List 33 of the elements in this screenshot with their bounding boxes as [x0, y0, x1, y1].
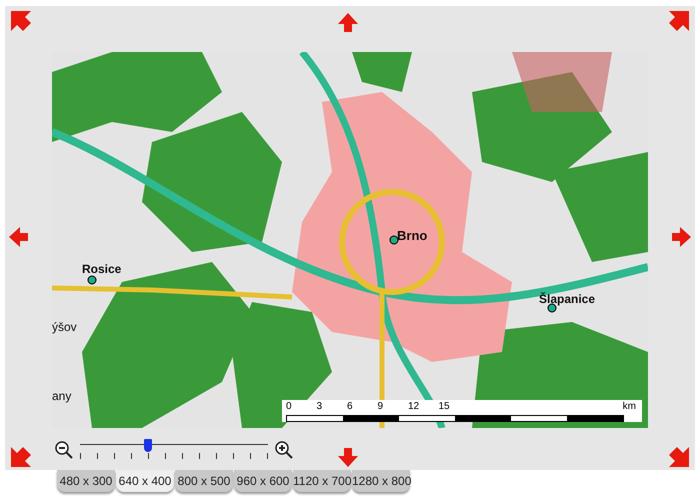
scale-label: 12: [408, 401, 420, 412]
scale-label: 0: [286, 401, 292, 412]
place-label: Brno: [397, 228, 428, 243]
pan-arrow-icon[interactable]: [670, 226, 692, 248]
city-marker-icon: [548, 304, 556, 312]
place-label: any: [52, 389, 72, 403]
city-marker-icon: [88, 276, 96, 284]
pan-arrow-icon[interactable]: [10, 446, 32, 468]
pan-arrow-icon[interactable]: [337, 12, 359, 34]
pan-arrow-icon[interactable]: [10, 10, 32, 32]
scale-label: 9: [378, 401, 384, 412]
pan-arrow-icon[interactable]: [337, 446, 359, 468]
size-tab[interactable]: 800 x 500: [175, 470, 233, 492]
scale-label: 15: [438, 401, 450, 412]
place-label: Šlapanice: [539, 292, 596, 306]
zoom-out-icon[interactable]: [54, 440, 74, 460]
zoom-slider[interactable]: [80, 440, 268, 460]
size-tab[interactable]: 960 x 600: [234, 470, 292, 492]
scale-label: 3: [316, 401, 322, 412]
map-drawing[interactable]: [52, 52, 648, 428]
place-label: Rosice: [82, 262, 122, 276]
zoom-in-icon[interactable]: [274, 440, 294, 460]
scale-label: 6: [347, 401, 353, 412]
scale-unit: km: [622, 401, 636, 412]
pan-arrow-icon[interactable]: [668, 446, 690, 468]
city-marker-icon: [390, 236, 398, 244]
size-tab[interactable]: 1120 x 700: [293, 470, 351, 492]
size-tab[interactable]: 640 x 400: [116, 470, 174, 492]
pan-arrow-icon[interactable]: [668, 10, 690, 32]
place-label: ýšov: [52, 320, 77, 334]
size-tab[interactable]: 480 x 300: [57, 470, 115, 492]
size-tab[interactable]: 1280 x 800: [352, 470, 410, 492]
pan-arrow-icon[interactable]: [8, 226, 30, 248]
